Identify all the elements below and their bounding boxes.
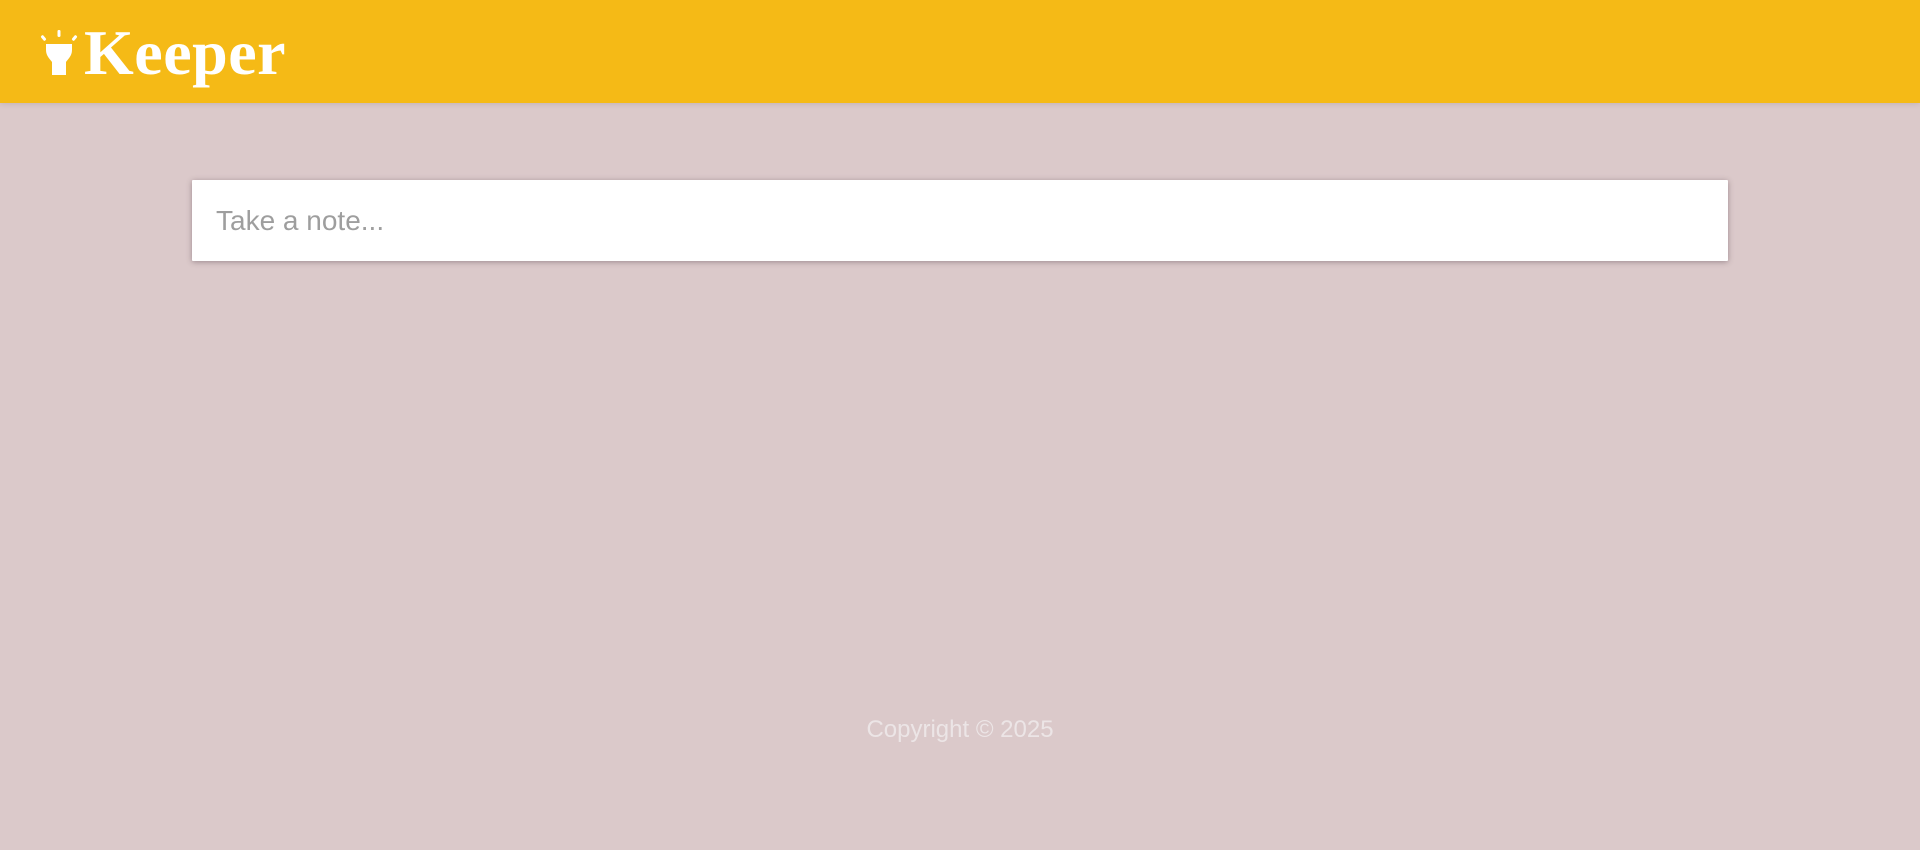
lightbulb-icon [40, 30, 78, 78]
create-note-form [192, 180, 1728, 261]
brand: Keeper [40, 18, 286, 88]
copyright-text: Copyright © 2025 [866, 716, 1054, 743]
footer: Copyright © 2025 [0, 716, 1920, 744]
note-content-input[interactable] [192, 180, 1728, 261]
app-header: Keeper [0, 0, 1920, 103]
app-title: Keeper [84, 17, 286, 88]
